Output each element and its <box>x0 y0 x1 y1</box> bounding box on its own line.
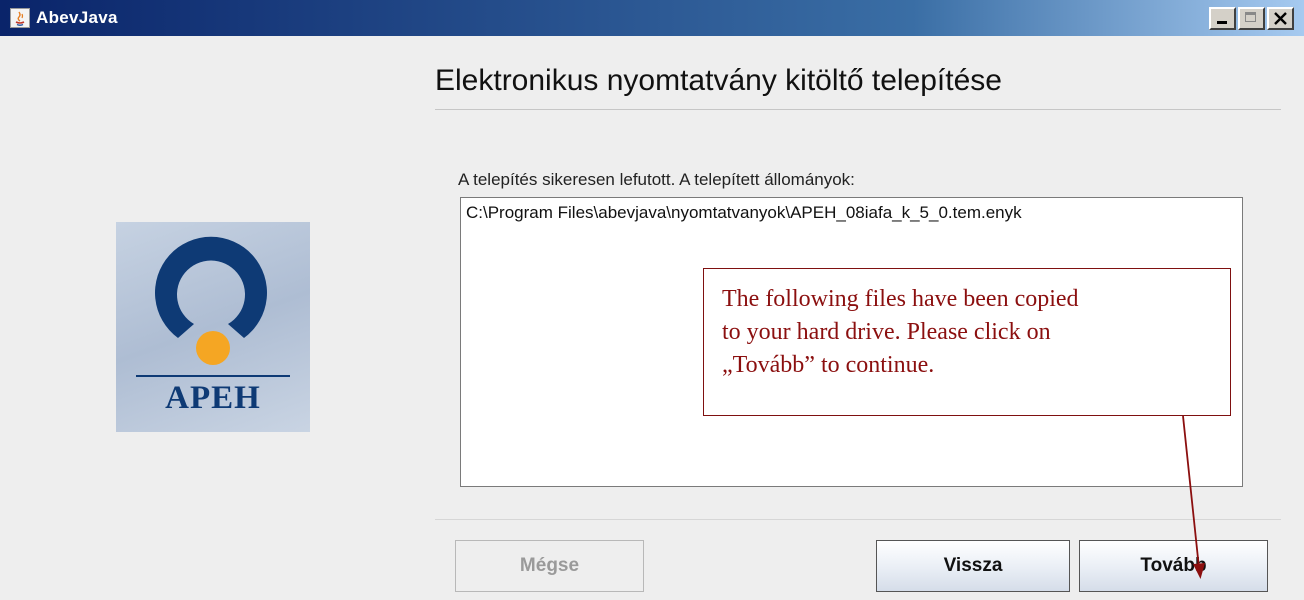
close-icon <box>1274 12 1287 25</box>
maximize-icon <box>1245 12 1256 22</box>
install-status-label: A telepítés sikeresen lefutott. A telepí… <box>458 170 855 189</box>
close-button[interactable] <box>1267 7 1294 30</box>
apeh-logo: APEH <box>116 222 310 432</box>
window-controls <box>1207 7 1294 30</box>
next-button[interactable]: Tovább <box>1079 540 1268 592</box>
cancel-button[interactable]: Mégse <box>455 540 644 592</box>
minimize-icon <box>1217 21 1227 24</box>
callout-line: The following files have been copied <box>722 286 1079 312</box>
header-divider <box>435 109 1281 110</box>
footer-divider <box>435 519 1281 520</box>
java-app-icon <box>10 8 30 28</box>
maximize-button[interactable] <box>1238 7 1265 30</box>
instruction-callout: The following files have been copied to … <box>703 268 1231 416</box>
logo-arc-shape <box>155 236 267 338</box>
page-title: Elektronikus nyomtatvány kitöltő telepít… <box>435 64 1002 97</box>
logo-text: APEH <box>165 380 261 416</box>
installer-window: AbevJava APEH Elektronikus nyomtatvány k… <box>0 0 1304 600</box>
back-button[interactable]: Vissza <box>876 540 1070 592</box>
list-item[interactable]: C:\Program Files\abevjava\nyomtatvanyok\… <box>466 203 1022 223</box>
logo-dot <box>196 331 230 365</box>
window-title: AbevJava <box>36 8 118 27</box>
minimize-button[interactable] <box>1209 7 1236 30</box>
title-bar[interactable]: AbevJava <box>0 0 1304 36</box>
callout-line: „Tovább” to continue. <box>722 352 935 378</box>
callout-line: to your hard drive. Please click on <box>722 319 1051 345</box>
